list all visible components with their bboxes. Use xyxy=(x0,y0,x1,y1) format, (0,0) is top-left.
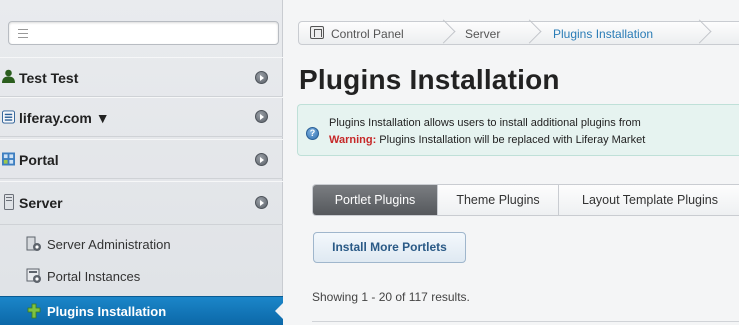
install-more-portlets-button[interactable]: Install More Portlets xyxy=(313,232,466,263)
warning-label: Warning: xyxy=(329,134,377,146)
breadcrumb-plugins-installation[interactable]: Plugins Installation xyxy=(553,27,653,41)
sidebar-item-portal-instances[interactable]: Portal Instances xyxy=(0,263,283,290)
alert-message: Plugins Installation allows users to ins… xyxy=(329,117,641,129)
collapse-icon[interactable] xyxy=(255,196,268,209)
tab-portlet-plugins[interactable]: Portlet Plugins xyxy=(313,185,437,215)
portal-instances-icon xyxy=(26,268,41,283)
sidebar-item-label: Server Administration xyxy=(47,237,171,252)
results-count: Showing 1 - 20 of 117 results. xyxy=(312,290,470,304)
expand-icon[interactable] xyxy=(255,153,268,166)
breadcrumb-separator xyxy=(435,21,449,45)
nav-section-label: Server xyxy=(19,195,63,211)
alert-warning: Warning: Plugins Installation will be re… xyxy=(329,134,645,146)
search-input[interactable] xyxy=(8,21,279,45)
nav-section-user[interactable]: Test Test xyxy=(0,57,283,97)
nav-section-server[interactable]: Server xyxy=(0,181,283,225)
control-panel-icon xyxy=(310,26,324,39)
warning-text: Plugins Installation will be replaced wi… xyxy=(376,134,646,146)
expand-icon[interactable] xyxy=(255,71,268,84)
plugin-tabs: Portlet Plugins Theme Plugins Layout Tem… xyxy=(312,184,739,216)
tab-theme-plugins[interactable]: Theme Plugins xyxy=(438,185,558,215)
breadcrumb-separator xyxy=(521,21,535,45)
sidebar-item-label: Plugins Installation xyxy=(47,304,167,319)
user-icon xyxy=(2,69,15,83)
portal-icon xyxy=(2,152,15,166)
plugins-icon xyxy=(27,303,41,319)
active-indicator xyxy=(275,303,283,319)
menu-lines-icon xyxy=(18,29,28,38)
server-icon xyxy=(4,194,14,210)
server-admin-icon xyxy=(26,236,41,251)
sidebar-item-server-administration[interactable]: Server Administration xyxy=(0,231,283,258)
divider xyxy=(312,321,739,322)
sidebar: Test Test liferay.com ▼ Portal Server Se… xyxy=(0,0,283,325)
nav-section-portal[interactable]: Portal xyxy=(0,139,283,179)
breadcrumb: Control Panel Server Plugins Installatio… xyxy=(298,21,739,45)
sidebar-item-plugins-installation[interactable]: Plugins Installation xyxy=(0,296,283,325)
expand-icon[interactable] xyxy=(255,110,268,123)
nav-section-label: liferay.com ▼ xyxy=(19,110,110,126)
info-alert: ? Plugins Installation allows users to i… xyxy=(297,104,739,156)
page-title: Plugins Installation xyxy=(299,64,560,95)
nav-section-site[interactable]: liferay.com ▼ xyxy=(0,97,283,137)
main-content: Control Panel Server Plugins Installatio… xyxy=(283,0,739,325)
tab-layout-template-plugins[interactable]: Layout Template Plugins xyxy=(559,185,739,215)
breadcrumb-separator xyxy=(691,21,705,45)
sidebar-item-label: Portal Instances xyxy=(47,269,141,284)
nav-section-label: Test Test xyxy=(19,70,79,86)
nav-section-label: Portal xyxy=(19,152,59,168)
breadcrumb-server[interactable]: Server xyxy=(465,27,500,41)
help-icon: ? xyxy=(306,127,319,140)
site-icon xyxy=(2,110,15,124)
breadcrumb-control-panel[interactable]: Control Panel xyxy=(331,27,404,41)
